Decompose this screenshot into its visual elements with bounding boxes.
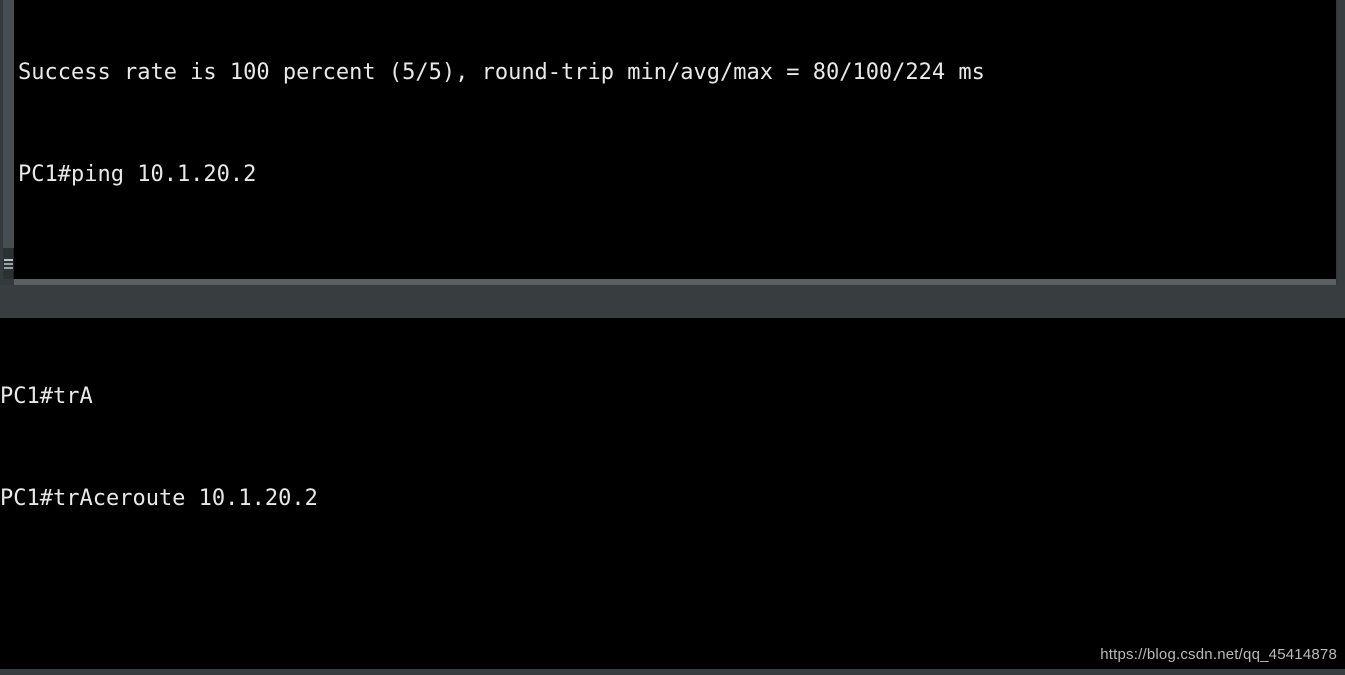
vertical-scrollbar[interactable] (3, 0, 14, 279)
terminal-line-clipped: PC1#trA (0, 384, 93, 409)
terminal-line-ping-command: PC1#ping 10.1.20.2 (18, 162, 257, 187)
resize-grip-icon[interactable] (4, 259, 13, 271)
ping-terminal-output: Success rate is 100 percent (5/5), round… (18, 0, 998, 279)
ping-terminal-window[interactable]: Success rate is 100 percent (5/5), round… (0, 0, 1338, 285)
watermark-text: https://blog.csdn.net/qq_45414878 (1100, 646, 1337, 663)
terminal-line-traceroute-command: PC1#trAceroute 10.1.20.2 (0, 486, 318, 511)
screen-bottom-edge (0, 669, 1345, 675)
traceroute-terminal-output: PC1#trA PC1#trAceroute 10.1.20.2 Type es… (0, 318, 570, 669)
traceroute-terminal-window[interactable]: PC1#trA PC1#trAceroute 10.1.20.2 Type es… (0, 318, 1345, 669)
desktop-gap (0, 285, 1345, 318)
ping-terminal-viewport[interactable]: Success rate is 100 percent (5/5), round… (14, 0, 1336, 279)
screenshot-root: Success rate is 100 percent (5/5), round… (0, 0, 1345, 675)
scrollbar-thumb[interactable] (3, 0, 14, 248)
terminal-line-clipped: Success rate is 100 percent (5/5), round… (18, 60, 985, 85)
